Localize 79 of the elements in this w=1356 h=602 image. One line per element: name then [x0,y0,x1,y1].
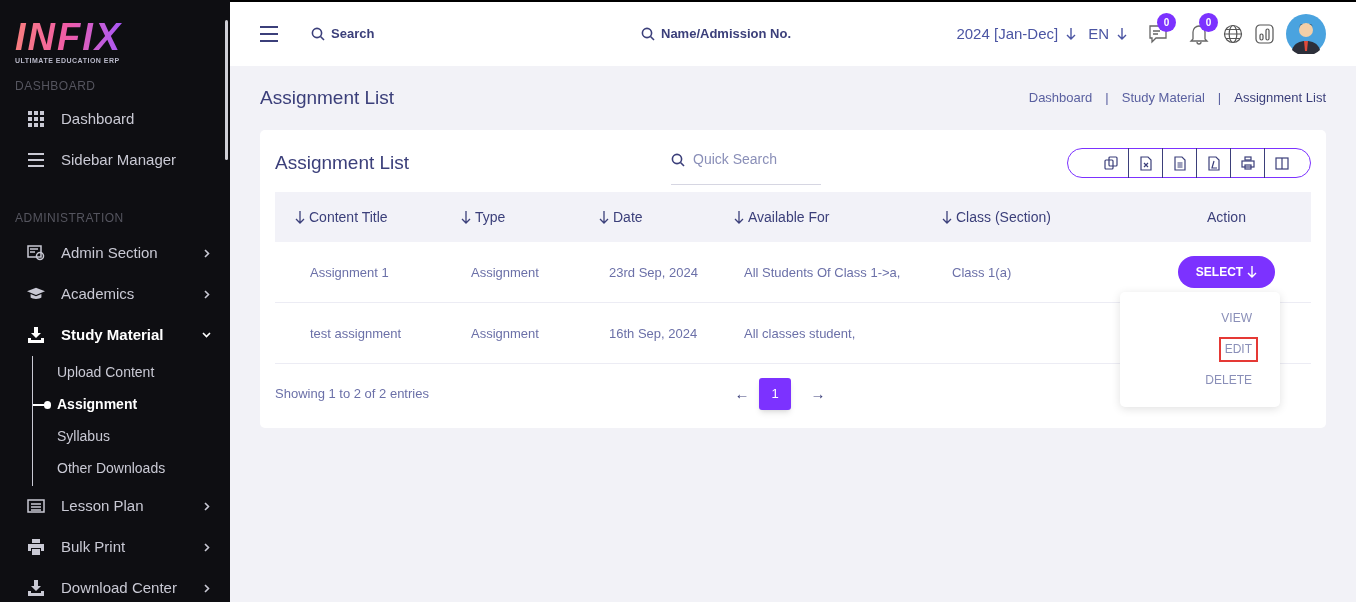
page-button[interactable]: 1 [759,378,791,410]
count-badge: 0 [1157,13,1176,32]
chevron-right-icon[interactable] [202,248,212,258]
sidebar-item[interactable]: Admin Section [0,232,230,274]
submenu-item[interactable]: Syllabus [33,420,110,453]
arrow-down-icon [1117,28,1127,40]
column-header[interactable]: Date [613,206,643,228]
download-icon [27,580,45,596]
next-page-button[interactable]: → [801,382,835,406]
column-header[interactable]: Content Title [309,206,388,228]
breadcrumb-separator: | [1217,89,1222,108]
section-heading: DASHBOARD [14,78,97,93]
page-title: Assignment List [260,85,395,110]
table-cell-text: All classes student, [744,324,856,343]
list-icon [27,499,45,513]
active-marker [33,400,51,409]
chevron-right-icon[interactable] [202,583,212,593]
table-cell-text: Assignment 1 [310,263,389,282]
graduation-cap-icon [27,287,45,301]
search-icon [311,27,325,41]
sidebar-item[interactable]: Download Center [0,567,230,602]
search-field[interactable]: Quick Search [671,139,821,185]
column-header: Action [1207,207,1246,227]
download-icon [27,327,45,343]
chevron-down-icon[interactable] [202,330,212,340]
breadcrumb-separator: | [1105,89,1109,108]
bar-chart-icon[interactable] [1255,24,1274,44]
sidebar-item[interactable]: Dashboard [0,98,230,140]
column-header[interactable]: Class (Section) [956,206,1051,228]
chevron-right-icon[interactable] [202,501,212,511]
submenu-item[interactable]: Other Downloads [33,452,166,485]
table-cell-text: test assignment [310,324,402,343]
grid-icon [27,111,45,127]
submenu-item[interactable]: Assignment [33,388,138,421]
table-cell-text: Assignment [471,324,539,343]
globe-icon[interactable] [1223,24,1243,44]
table-cell-text: All Students Of Class 1->a, [744,263,901,282]
language-dropdown[interactable]: EN [1088,22,1127,46]
search-icon [641,27,655,41]
avatar[interactable] [1286,14,1326,54]
sort-arrow-icon[interactable] [461,210,471,224]
sort-arrow-icon[interactable] [734,210,744,224]
sidebar-item[interactable]: Lesson Plan [0,485,230,527]
chevron-right-icon[interactable] [202,289,212,299]
table-cell-text: 23rd Sep, 2024 [609,263,698,282]
sort-arrow-icon[interactable] [599,210,609,224]
breadcrumb-link[interactable]: Dashboard [1028,88,1093,108]
column-header[interactable]: Available For [748,206,830,228]
table-cell-text: Assignment [471,263,539,282]
printer-icon [27,539,45,555]
chevron-right-icon[interactable] [202,542,212,552]
sort-arrow-icon[interactable] [295,210,305,224]
breadcrumb-link[interactable]: Study Material [1121,88,1205,108]
previous-page-button[interactable]: ← [725,382,759,406]
sidebar-item[interactable]: Academics [0,273,230,315]
search-field[interactable]: Search [331,24,375,44]
section-heading: ADMINISTRATION [14,210,125,225]
select-button[interactable]: SELECT [1177,256,1276,288]
menu-icon [27,153,45,167]
admin-icon [27,245,45,261]
card-title: Assignment List [275,150,411,175]
session-dropdown[interactable]: 2024 [Jan-Dec] [956,22,1077,46]
entries-info: Showing 1 to 2 of 2 entries [275,385,430,404]
sort-arrow-icon[interactable] [942,210,952,224]
count-badge: 0 [1199,13,1218,32]
table-cell-text: 16th Sep, 2024 [609,324,698,343]
arrow-down-icon [1066,28,1077,40]
sidebar-item[interactable]: Bulk Print [0,526,230,568]
student-search-field[interactable]: Name/Admission No. [661,24,792,44]
search-icon [671,152,685,167]
sidebar-item[interactable]: Study Material [0,314,230,356]
sidebar-item[interactable]: Sidebar Manager [0,139,230,181]
submenu-item[interactable]: Upload Content [33,356,155,389]
table-cell-text: Class 1(a) [952,263,1012,282]
column-header[interactable]: Type [475,206,506,228]
arrow-down-icon [1247,266,1258,278]
breadcrumb-current: Assignment List [1234,89,1326,108]
menu-icon[interactable] [260,26,278,42]
search-input[interactable]: Quick Search [693,149,813,170]
